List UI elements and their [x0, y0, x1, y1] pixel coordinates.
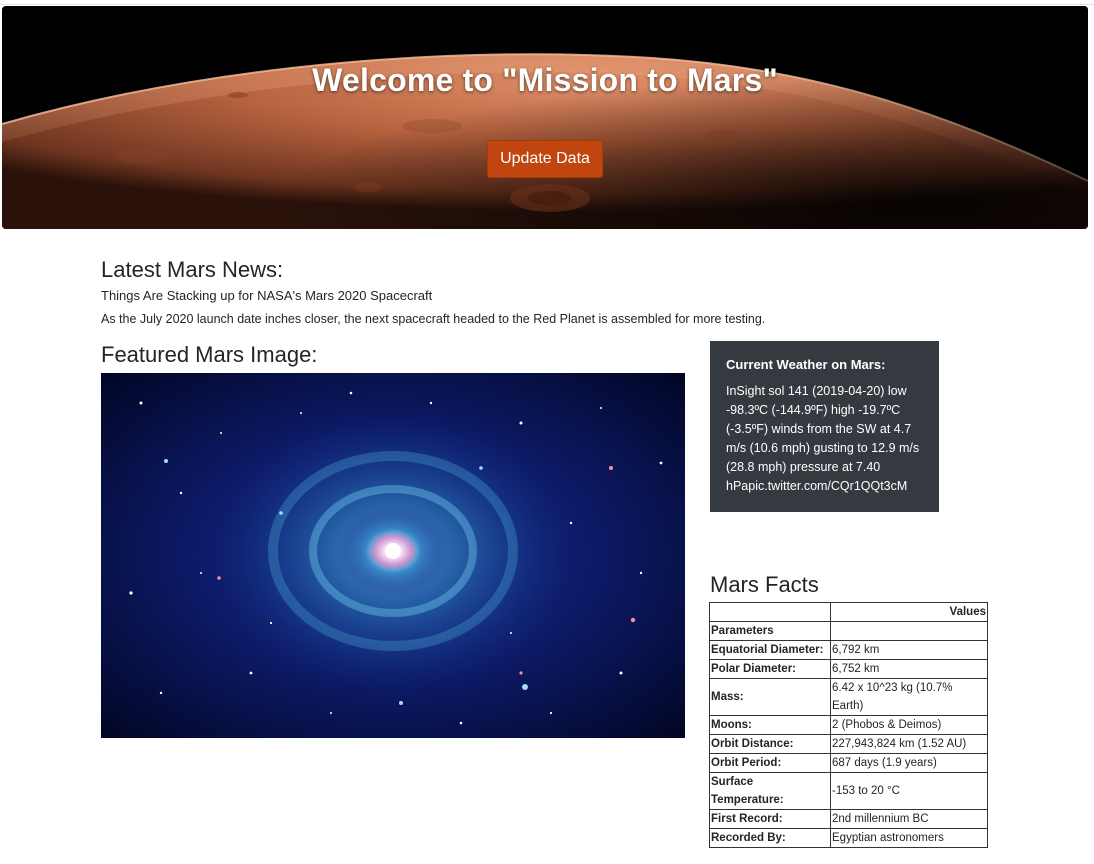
table-row: Orbit Period: 687 days (1.9 years) [709, 753, 988, 773]
facts-table-body: Equatorial Diameter: 6,792 km Polar Diamet… [709, 640, 988, 848]
weather-card: Current Weather on Mars: InSight sol 141… [710, 341, 939, 512]
facts-heading: Mars Facts [710, 572, 819, 597]
update-data-button[interactable]: Update Data [487, 140, 603, 178]
featured-image[interactable] [101, 373, 685, 738]
fact-value: Egyptian astronomers [830, 828, 988, 848]
fact-parameter: Equatorial Diameter: [709, 640, 831, 660]
fact-value: 6.42 x 10^23 kg (10.7% Earth) [830, 678, 988, 716]
page-title: Welcome to "Mission to Mars" [312, 62, 778, 98]
fact-value: -153 to 20 °C [830, 772, 988, 810]
fact-parameter: Orbit Period: [709, 753, 831, 773]
fact-value: 227,943,824 km (1.52 AU) [830, 734, 988, 754]
news-heading: Latest Mars News: [101, 257, 284, 282]
table-row: Moons: 2 (Phobos & Deimos) [709, 715, 988, 735]
table-index-blank [830, 621, 988, 641]
news-paragraph: As the July 2020 launch date inches clos… [101, 312, 766, 326]
fact-value: 2nd millennium BC [830, 809, 988, 829]
fact-parameter: First Record: [709, 809, 831, 829]
table-index-header: Parameters [709, 621, 831, 641]
top-border [0, 4, 1094, 5]
table-header-blank [709, 602, 831, 622]
weather-text: InSight sol 141 (2019-04-20) low -98.3ºC… [726, 384, 920, 493]
fact-parameter: Recorded By: [709, 828, 831, 848]
fact-value: 2 (Phobos & Deimos) [830, 715, 988, 735]
table-row: Surface Temperature: -153 to 20 °C [709, 772, 988, 810]
featured-image-heading: Featured Mars Image: [101, 342, 318, 367]
fact-parameter: Orbit Distance: [709, 734, 831, 754]
table-header-values: Values [830, 602, 988, 622]
fact-value: 6,792 km [830, 640, 988, 660]
fact-parameter: Mass: [709, 678, 831, 716]
fact-value: 687 days (1.9 years) [830, 753, 988, 773]
table-header-row: Values [709, 602, 988, 622]
table-row: Orbit Distance: 227,943,824 km (1.52 AU) [709, 734, 988, 754]
fact-parameter: Polar Diameter: [709, 659, 831, 679]
table-index-row: Parameters [709, 621, 988, 641]
table-row: Equatorial Diameter: 6,792 km [709, 640, 988, 660]
table-row: Recorded By: Egyptian astronomers [709, 828, 988, 848]
table-row: Mass: 6.42 x 10^23 kg (10.7% Earth) [709, 678, 988, 716]
fact-value: 6,752 km [830, 659, 988, 679]
galaxy-image [101, 373, 685, 738]
mars-horizon-image [2, 6, 1088, 229]
fact-parameter: Moons: [709, 715, 831, 735]
fact-parameter: Surface Temperature: [709, 772, 831, 810]
table-row: First Record: 2nd millennium BC [709, 809, 988, 829]
hero-banner: Welcome to "Mission to Mars" Update Data [2, 6, 1088, 229]
facts-table: Values Parameters Equatorial Diameter: 6,… [709, 602, 988, 848]
news-title: Things Are Stacking up for NASA's Mars 2… [101, 288, 433, 303]
table-row: Polar Diameter: 6,752 km [709, 659, 988, 679]
weather-title: Current Weather on Mars: [726, 357, 886, 372]
